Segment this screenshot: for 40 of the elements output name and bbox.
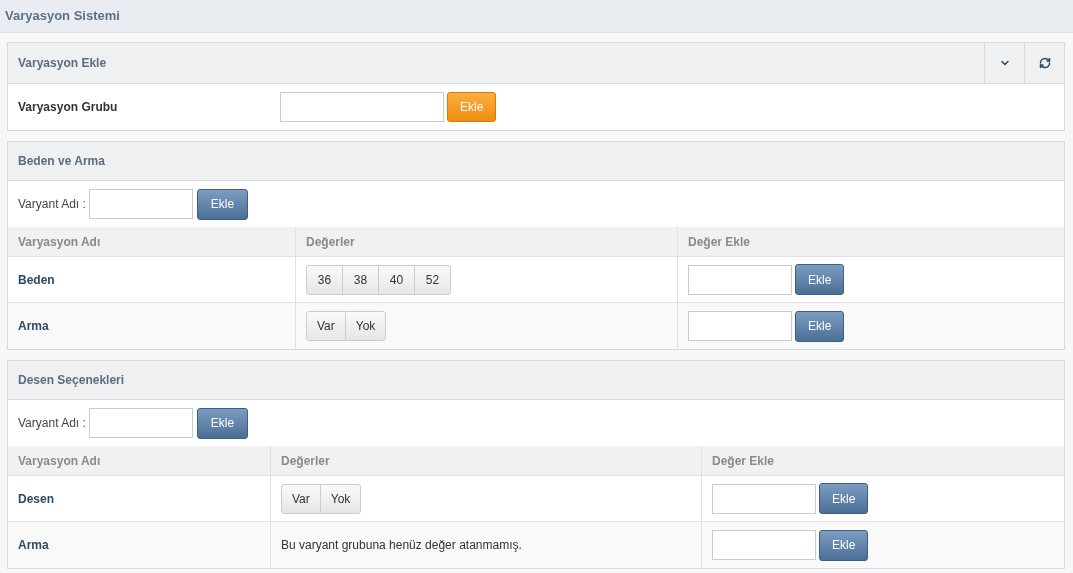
column-header: Varyasyon Adı [18, 233, 101, 251]
value-button[interactable]: 36 [306, 264, 343, 295]
refresh-icon [1038, 57, 1051, 69]
add-button[interactable]: Ekle [819, 529, 869, 561]
variant-name-field[interactable] [88, 408, 193, 438]
add-button[interactable]: Ekle [196, 188, 249, 220]
add-button[interactable]: Ekle [795, 264, 845, 295]
add-button[interactable]: Ekle [196, 407, 249, 439]
value-button[interactable]: 38 [342, 264, 379, 295]
value-field[interactable] [712, 530, 816, 560]
panel-title: Varyasyon Ekle [18, 55, 107, 72]
column-header: Varyasyon Adı [18, 452, 101, 470]
panel-title: Beden ve Arma [18, 153, 105, 170]
value-field[interactable] [688, 264, 792, 295]
column-header: Değerler [281, 452, 330, 470]
add-button[interactable]: Ekle [795, 310, 845, 342]
column-header: Değer Ekle [688, 233, 751, 251]
value-button[interactable]: Var [306, 311, 346, 341]
column-header: Değerler [306, 233, 355, 251]
add-button[interactable]: Ekle [819, 483, 869, 514]
value-field[interactable] [688, 311, 792, 341]
variation-name: Arma [18, 537, 49, 554]
group-name-field[interactable] [280, 92, 444, 122]
variant-name-field[interactable] [88, 189, 193, 219]
value-button[interactable]: Var [281, 483, 321, 514]
variation-name: Beden [18, 271, 55, 289]
variation-name: Arma [18, 318, 49, 335]
panel-title: Desen Seçenekleri [18, 372, 125, 389]
variation-name: Desen [18, 490, 55, 508]
value-button[interactable]: Yok [319, 483, 362, 514]
value-button[interactable]: 40 [378, 264, 415, 295]
variant-label: Varyant Adı : [18, 196, 86, 213]
value-button[interactable]: 52 [414, 264, 451, 295]
empty-message: Bu varyant grubuna henüz değer atanmamış. [281, 537, 522, 554]
variant-label: Varyant Adı : [18, 415, 86, 432]
column-header: Değer Ekle [712, 452, 775, 470]
value-button[interactable]: Yok [344, 311, 387, 341]
page-title: Varyasyon Sistemi [5, 7, 120, 26]
group-label: Varyasyon Grubu [18, 99, 119, 116]
value-field[interactable] [712, 483, 816, 514]
